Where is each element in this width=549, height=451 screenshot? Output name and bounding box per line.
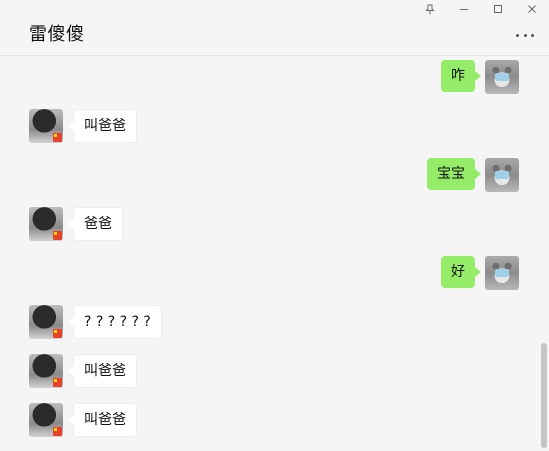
avatar[interactable] <box>485 158 519 192</box>
avatar[interactable] <box>29 403 63 437</box>
minimize-icon <box>460 9 468 10</box>
maximize-icon <box>494 5 502 13</box>
avatar[interactable] <box>485 60 519 94</box>
avatar[interactable] <box>29 354 63 388</box>
message-row: 叫爸爸 <box>29 354 137 388</box>
message-bubble[interactable]: 叫爸爸 <box>68 354 137 388</box>
more-icon[interactable] <box>516 31 534 39</box>
avatar[interactable] <box>29 109 63 143</box>
flag-icon <box>53 133 62 142</box>
message-list[interactable]: 咋 叫爸爸 宝宝 爸爸 好 ? ? ? ? ? ? 叫爸爸 叫爸爸 <box>0 56 549 451</box>
flag-icon <box>53 378 62 387</box>
minimize-button[interactable] <box>447 0 481 18</box>
flag-icon <box>53 329 62 338</box>
message-bubble[interactable]: 爸爸 <box>68 207 123 241</box>
avatar[interactable] <box>29 207 63 241</box>
close-icon <box>528 5 536 13</box>
message-bubble[interactable]: ? ? ? ? ? ? <box>68 305 162 339</box>
more-dot <box>531 33 534 37</box>
pin-button[interactable] <box>413 0 447 18</box>
flag-icon <box>53 231 62 240</box>
window-controls <box>413 0 549 18</box>
chat-title: 雷傻傻 <box>29 24 85 45</box>
message-bubble[interactable]: 叫爸爸 <box>68 403 137 437</box>
message-row: 咋 <box>441 60 519 94</box>
more-dot <box>523 33 527 37</box>
message-row: ? ? ? ? ? ? <box>29 305 162 339</box>
more-dot <box>516 33 519 37</box>
message-bubble[interactable]: 宝宝 <box>427 158 481 190</box>
message-bubble[interactable]: 叫爸爸 <box>68 109 137 143</box>
chat-window: 雷傻傻 咋 叫爸爸 宝宝 爸爸 好 ? ? ? ? ? ? 叫爸爸 叫爸爸 <box>0 0 549 451</box>
flag-icon <box>53 427 62 436</box>
message-bubble[interactable]: 咋 <box>441 60 481 92</box>
message-row: 好 <box>441 256 519 290</box>
message-row: 宝宝 <box>427 158 519 192</box>
pin-icon <box>425 4 435 14</box>
close-button[interactable] <box>515 0 549 18</box>
message-bubble[interactable]: 好 <box>441 256 481 288</box>
scrollbar[interactable] <box>541 343 547 448</box>
maximize-button[interactable] <box>481 0 515 18</box>
avatar[interactable] <box>485 256 519 290</box>
message-row: 叫爸爸 <box>29 109 137 143</box>
message-row: 爸爸 <box>29 207 123 241</box>
message-row: 叫爸爸 <box>29 403 137 437</box>
avatar[interactable] <box>29 305 63 339</box>
